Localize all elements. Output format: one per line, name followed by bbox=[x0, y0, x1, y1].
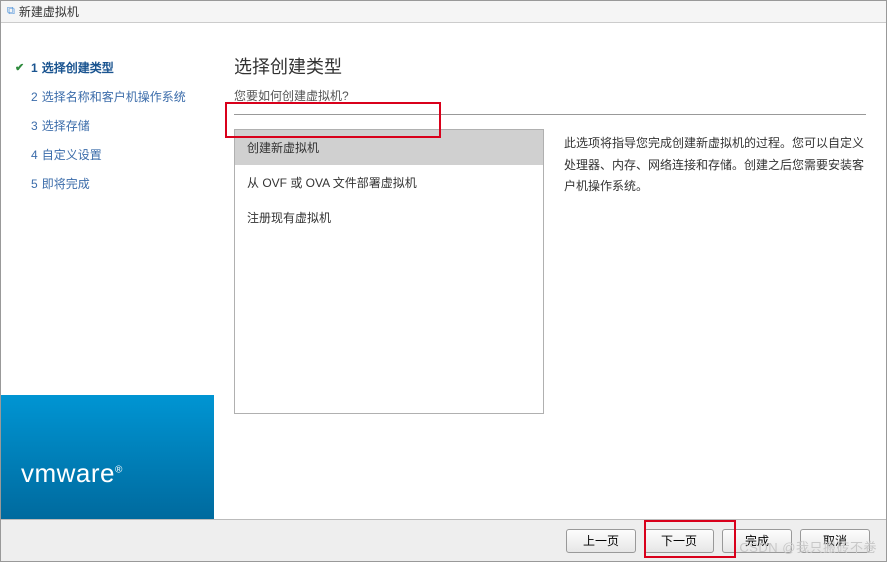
window-title: 新建虚拟机 bbox=[19, 3, 79, 20]
creation-type-list: 创建新虚拟机 从 OVF 或 OVA 文件部署虚拟机 注册现有虚拟机 bbox=[234, 129, 544, 414]
vm-icon: ⧉ bbox=[7, 5, 15, 18]
page-subtitle: 您要如何创建虚拟机? bbox=[234, 87, 866, 115]
step-customize[interactable]: 4 自定义设置 bbox=[11, 140, 214, 169]
wizard-steps: ✔ 1 选择创建类型 2 选择名称和客户机操作系统 3 选择存储 4 自定义设置 bbox=[1, 23, 214, 198]
back-button[interactable]: 上一页 bbox=[566, 529, 636, 553]
next-button[interactable]: 下一页 bbox=[644, 529, 714, 553]
step-storage[interactable]: 3 选择存储 bbox=[11, 111, 214, 140]
page-title: 选择创建类型 bbox=[234, 53, 866, 79]
step-number: 3 bbox=[31, 119, 38, 133]
body-row: 创建新虚拟机 从 OVF 或 OVA 文件部署虚拟机 注册现有虚拟机 此选项将指… bbox=[234, 129, 866, 414]
option-create-new-vm[interactable]: 创建新虚拟机 bbox=[235, 130, 543, 165]
step-finish[interactable]: 5 即将完成 bbox=[11, 169, 214, 198]
check-icon: ✔ bbox=[15, 61, 29, 74]
footer: 上一页 下一页 完成 取消 bbox=[1, 519, 886, 561]
step-label: 自定义设置 bbox=[42, 146, 102, 163]
finish-button[interactable]: 完成 bbox=[722, 529, 792, 553]
step-number: 2 bbox=[31, 90, 38, 104]
option-deploy-ovf[interactable]: 从 OVF 或 OVA 文件部署虚拟机 bbox=[235, 165, 543, 200]
vmware-logo: vmware® bbox=[1, 458, 214, 519]
step-number: 5 bbox=[31, 177, 38, 191]
titlebar: ⧉ 新建虚拟机 bbox=[1, 1, 886, 23]
step-name-guest-os[interactable]: 2 选择名称和客户机操作系统 bbox=[11, 82, 214, 111]
step-label: 选择名称和客户机操作系统 bbox=[42, 88, 186, 105]
content-panel: 选择创建类型 您要如何创建虚拟机? 创建新虚拟机 从 OVF 或 OVA 文件部… bbox=[214, 23, 886, 519]
step-label: 即将完成 bbox=[42, 175, 90, 192]
sidebar: ✔ 1 选择创建类型 2 选择名称和客户机操作系统 3 选择存储 4 自定义设置 bbox=[1, 23, 214, 519]
step-create-type[interactable]: ✔ 1 选择创建类型 bbox=[11, 53, 214, 82]
step-label: 选择创建类型 bbox=[42, 59, 114, 76]
step-number: 4 bbox=[31, 148, 38, 162]
option-description: 此选项将指导您完成创建新虚拟机的过程。您可以自定义处理器、内存、网络连接和存储。… bbox=[564, 129, 866, 414]
step-label: 选择存储 bbox=[42, 117, 90, 134]
step-number: 1 bbox=[31, 61, 38, 75]
option-register-vm[interactable]: 注册现有虚拟机 bbox=[235, 200, 543, 235]
main-area: ✔ 1 选择创建类型 2 选择名称和客户机操作系统 3 选择存储 4 自定义设置 bbox=[1, 23, 886, 519]
cancel-button[interactable]: 取消 bbox=[800, 529, 870, 553]
